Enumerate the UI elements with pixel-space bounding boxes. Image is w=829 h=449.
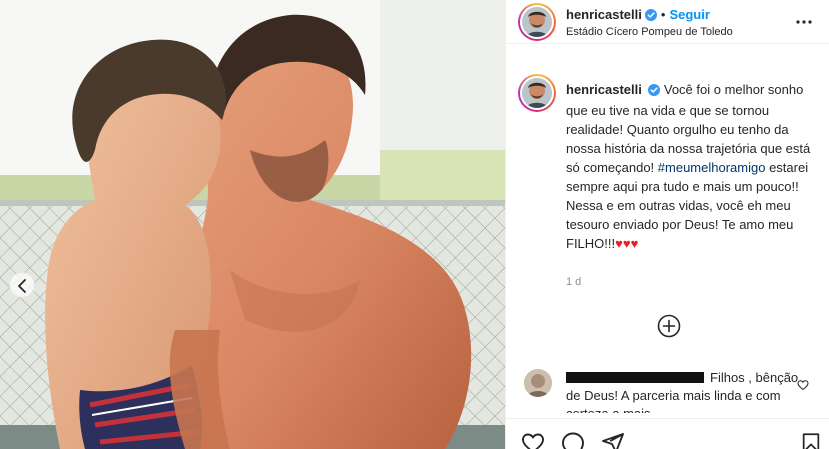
post-header: henricastelli • Seguir Estádio Cícero Pomp…	[506, 0, 829, 44]
heart-icon	[522, 433, 544, 449]
share-button[interactable]	[600, 431, 626, 449]
bookmark-icon	[802, 433, 820, 449]
verified-badge-icon	[647, 82, 660, 101]
author-avatar[interactable]	[518, 3, 556, 41]
like-button[interactable]	[520, 431, 546, 449]
load-more-comments-button[interactable]	[657, 314, 681, 338]
verified-badge-icon	[644, 8, 657, 26]
previous-image-button[interactable]	[9, 272, 35, 298]
chevron-left-icon	[18, 279, 26, 293]
more-options-button[interactable]	[792, 10, 816, 34]
separator-dot: •	[660, 7, 666, 22]
comment-like-button[interactable]	[797, 378, 809, 396]
comment-item: Filhos , bênção de Deus! A parceria mais…	[566, 369, 801, 413]
heart-emojis: ♥♥♥	[615, 236, 639, 251]
add-comment-plus-icon	[657, 314, 681, 338]
caption-author-avatar[interactable]	[518, 74, 556, 112]
post-side-panel: henricastelli • Seguir Estádio Cícero Pomp…	[505, 0, 829, 449]
redacted-username	[566, 372, 704, 383]
header-username[interactable]: henricastelli	[566, 7, 642, 22]
comment-bubble-icon	[562, 432, 584, 449]
commenter-avatar[interactable]	[524, 369, 552, 397]
caption-username[interactable]: henricastelli	[566, 82, 642, 97]
post-image	[0, 0, 505, 449]
save-button[interactable]	[800, 431, 826, 449]
action-bar	[506, 418, 829, 449]
post-location[interactable]: Estádio Cícero Pompeu de Toledo	[566, 26, 733, 38]
follow-button[interactable]: Seguir	[669, 7, 709, 22]
header-user-line: henricastelli • Seguir	[566, 6, 710, 26]
hashtag-link[interactable]: #meumelhoramigo	[658, 160, 766, 175]
post-caption: henricastelli Você foi o melhor sonho que…	[566, 80, 816, 253]
comment-button[interactable]	[560, 431, 586, 449]
avatar-image	[522, 7, 552, 37]
paper-plane-icon	[602, 433, 624, 449]
more-options-icon	[796, 20, 812, 24]
heart-icon	[797, 380, 809, 391]
avatar-image	[522, 78, 552, 108]
avatar-image	[524, 369, 552, 397]
post-photo[interactable]	[0, 0, 505, 449]
post-age[interactable]: 1 d	[566, 276, 581, 288]
